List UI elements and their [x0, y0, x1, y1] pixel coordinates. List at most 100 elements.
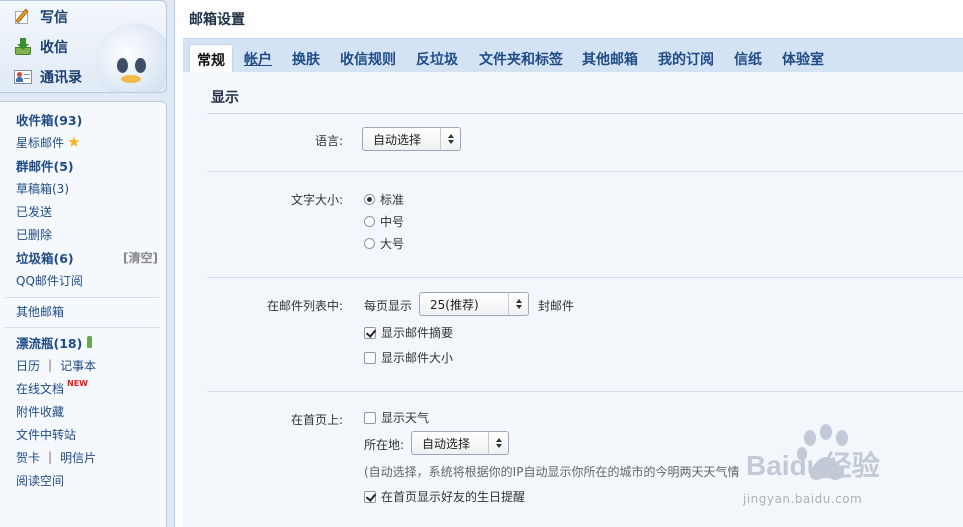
show-summary-checkbox[interactable]: 显示邮件摘要	[364, 324, 453, 341]
separator: |	[48, 450, 53, 464]
language-label: 语言:	[314, 134, 343, 148]
folder-divider	[5, 297, 159, 298]
reading-space-label: 阅读空间	[16, 473, 65, 488]
font-size-medium-label: 中号	[380, 215, 405, 229]
folder-drafts[interactable]: 草稿箱(3)	[16, 179, 158, 197]
language-select[interactable]: 自动选择	[362, 127, 461, 151]
contact-card-icon	[14, 68, 32, 86]
tab-other-mailboxes[interactable]: 其他邮箱	[575, 44, 645, 73]
folder-other-mailbox[interactable]: 其他邮箱	[16, 302, 158, 320]
page-title: 邮箱设置	[189, 12, 245, 28]
qq-penguin-logo	[95, 23, 166, 92]
mail-list-label: 在邮件列表中:	[266, 299, 343, 313]
new-badge: NEW	[67, 378, 88, 388]
cards-row: 贺卡 | 明信片	[16, 448, 158, 466]
folder-drafts-label: 草稿箱(3)	[16, 181, 69, 196]
folder-qq-subscription-label: QQ邮件订阅	[16, 273, 83, 288]
folder-spam[interactable]: 垃圾箱(6) [清空]	[16, 248, 158, 266]
folder-inbox-label: 收件箱(93)	[16, 112, 83, 128]
contacts-button[interactable]: 通讯录	[14, 66, 82, 88]
row-divider	[207, 277, 963, 278]
font-size-label: 文字大小:	[290, 193, 343, 207]
tab-lab[interactable]: 体验室	[775, 44, 831, 73]
row-divider	[207, 391, 963, 392]
font-size-standard-label: 标准	[380, 193, 405, 207]
folder-list: 收件箱(93) 星标邮件 群邮件(5) 草稿箱(3) 已发送 已删除 垃圾箱(6…	[0, 101, 167, 527]
folder-drift-bottle[interactable]: 漂流瓶(18)	[16, 333, 158, 351]
folder-starred[interactable]: 星标邮件	[16, 133, 158, 151]
show-size-checkbox[interactable]: 显示邮件大小	[364, 349, 453, 366]
folder-divider	[5, 327, 159, 328]
font-size-standard-radio[interactable]: 标准	[364, 191, 404, 208]
folder-sent[interactable]: 已发送	[16, 202, 158, 220]
inbox-download-icon	[14, 38, 32, 56]
tab-mail-rules[interactable]: 收信规则	[333, 44, 403, 73]
folder-file-transfer[interactable]: 文件中转站	[16, 425, 158, 443]
notepad-link[interactable]: 记事本	[60, 357, 96, 374]
homepage-label: 在首页上:	[290, 413, 343, 427]
attachments-label: 附件收藏	[16, 404, 65, 419]
folder-deleted[interactable]: 已删除	[16, 225, 158, 243]
folder-online-docs[interactable]: 在线文档 NEW	[16, 379, 158, 397]
quick-actions-panel: 写信 收信 通讯录	[0, 0, 167, 93]
show-weather-label: 显示天气	[381, 411, 430, 425]
folder-qq-subscription[interactable]: QQ邮件订阅	[16, 271, 158, 289]
updown-arrows-icon	[488, 432, 508, 454]
checkbox-checked-icon	[364, 326, 376, 339]
calendar-link[interactable]: 日历	[16, 357, 40, 374]
tab-account[interactable]: 帐户	[237, 44, 279, 73]
tab-skin[interactable]: 换肤	[285, 44, 327, 73]
folder-attachments[interactable]: 附件收藏	[16, 402, 158, 420]
per-page-select-value: 25(推荐)	[430, 297, 479, 312]
folder-sent-label: 已发送	[16, 204, 53, 219]
tab-general[interactable]: 常规	[189, 44, 233, 74]
check-mail-button[interactable]: 收信	[14, 36, 68, 58]
greeting-card-link[interactable]: 贺卡	[16, 449, 40, 466]
per-page-select[interactable]: 25(推荐)	[419, 292, 529, 316]
birthday-reminder-label: 在首页显示好友的生日提醒	[381, 490, 526, 504]
folder-starred-label: 星标邮件	[16, 135, 65, 150]
folder-drift-bottle-label: 漂流瓶(18)	[16, 335, 83, 351]
contacts-label: 通讯录	[40, 70, 82, 86]
checkbox-icon	[364, 411, 376, 424]
radio-icon	[364, 238, 375, 249]
per-page-suffix: 封邮件	[538, 299, 575, 313]
tab-anti-spam[interactable]: 反垃圾	[409, 44, 465, 73]
folder-inbox[interactable]: 收件箱(93)	[16, 110, 158, 128]
settings-main-panel: 邮箱设置 常规 帐户 换肤 收信规则 反垃圾 文件夹和标签 其他邮箱 我的订阅 …	[174, 0, 963, 527]
settings-tab-bar: 常规 帐户 换肤 收信规则 反垃圾 文件夹和标签 其他邮箱 我的订阅 信纸 体验…	[183, 38, 963, 74]
location-select[interactable]: 自动选择	[411, 431, 509, 455]
font-size-large-label: 大号	[380, 237, 405, 251]
file-transfer-label: 文件中转站	[16, 427, 77, 442]
tab-folders-labels[interactable]: 文件夹和标签	[472, 44, 570, 73]
postcard-link[interactable]: 明信片	[60, 449, 96, 466]
compose-button[interactable]: 写信	[14, 6, 68, 28]
updown-arrows-icon	[440, 128, 460, 150]
font-size-large-radio[interactable]: 大号	[364, 235, 404, 252]
tab-stationery[interactable]: 信纸	[727, 44, 769, 73]
birthday-reminder-checkbox[interactable]: 在首页显示好友的生日提醒	[364, 488, 525, 505]
show-summary-label: 显示邮件摘要	[381, 326, 454, 340]
tab-my-subscriptions[interactable]: 我的订阅	[651, 44, 721, 73]
row-divider	[207, 171, 963, 172]
font-size-medium-radio[interactable]: 中号	[364, 213, 404, 230]
settings-content: 显示 语言: 自动选择 文字大小: 标准 中号 大号 在邮件列表中: 每页显示 …	[183, 72, 963, 527]
location-label: 所在地:	[364, 438, 405, 452]
checkbox-checked-icon	[364, 490, 376, 503]
show-size-label: 显示邮件大小	[381, 351, 454, 365]
separator: |	[48, 358, 53, 372]
per-page-prefix: 每页显示	[364, 299, 413, 313]
folder-group-mail[interactable]: 群邮件(5)	[16, 156, 158, 174]
check-mail-label: 收信	[40, 40, 68, 56]
folder-other-mailbox-label: 其他邮箱	[16, 304, 65, 319]
radio-checked-icon	[364, 194, 375, 205]
online-docs-label: 在线文档	[16, 381, 65, 396]
folder-group-label: 群邮件(5)	[16, 158, 74, 174]
language-select-value: 自动选择	[373, 132, 422, 147]
clear-spam-link[interactable]: [清空]	[123, 249, 158, 266]
calendar-notepad-row: 日历 | 记事本	[16, 356, 158, 374]
folder-reading-space[interactable]: 阅读空间	[16, 471, 158, 489]
star-icon	[68, 136, 80, 147]
updown-arrows-icon	[508, 293, 528, 315]
show-weather-checkbox[interactable]: 显示天气	[364, 409, 429, 426]
